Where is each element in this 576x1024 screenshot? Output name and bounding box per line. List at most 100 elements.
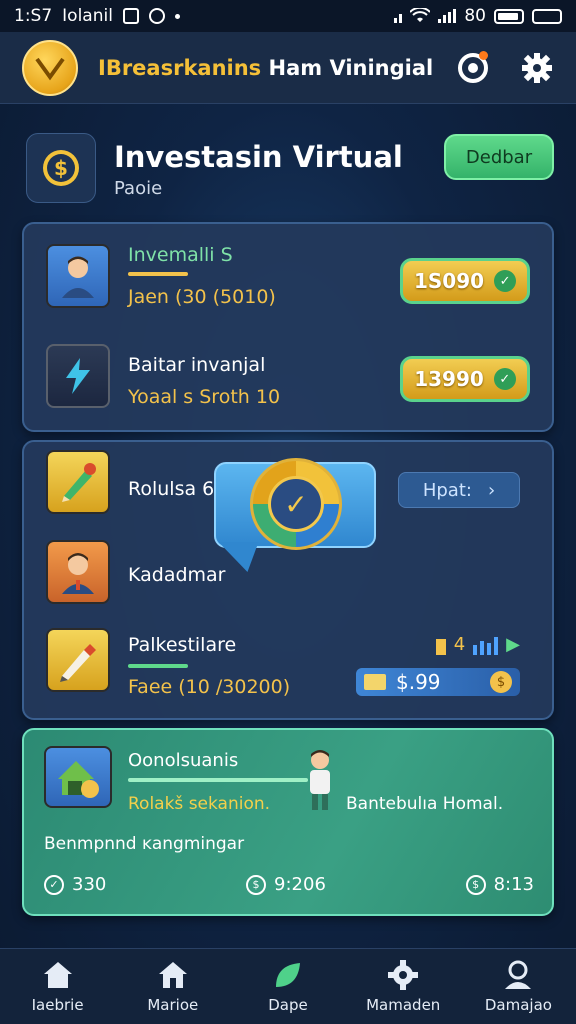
hero-section: $ Investasin Virtual Paoie Dedbar — [24, 130, 554, 210]
nav-label: Damajao — [484, 995, 552, 1014]
battery-outline-icon — [532, 8, 562, 24]
ticket-icon — [364, 674, 386, 690]
page-subtitle: Paoie — [114, 178, 163, 199]
mini-stat-value: 4 — [453, 634, 466, 655]
notification-dot-icon — [174, 13, 180, 19]
nav-item-damajao[interactable]: Damajao — [461, 949, 576, 1024]
stat-value: 330 — [72, 874, 107, 895]
lightning-icon — [46, 344, 110, 408]
row-title: Kadadmar — [128, 564, 226, 586]
summary-right-text: Bantebulıa Homal. — [346, 794, 504, 814]
row-subtitle: Jaen (30 (5010) — [128, 286, 276, 308]
nav-item-marioe[interactable]: Marioe — [115, 949, 230, 1024]
mini-stats: 4 ▶ — [435, 634, 520, 655]
target-button[interactable] — [456, 50, 490, 85]
app-bar: IBreasrkanins Ham Viningial — [0, 32, 576, 104]
nav-label: Marioe — [147, 995, 199, 1014]
pen-icon — [46, 450, 110, 514]
stat-item: ✓ 330 — [44, 874, 106, 895]
value-pill[interactable]: 1S090 ✓ — [400, 258, 530, 304]
investment-icon: $ — [26, 133, 96, 203]
battery-icon — [494, 8, 524, 24]
row-subtitle: Faee (10 /30200) — [128, 676, 291, 698]
nav-label: Iaebrie — [31, 995, 84, 1014]
list-item[interactable]: Baitar invanjal Yoaal s Sroth 10 13990 ✓ — [24, 334, 552, 424]
arrow-icon: ▶ — [506, 634, 520, 655]
coin-icon: $ — [490, 671, 512, 693]
value-text: 1S090 — [413, 269, 485, 293]
value-text: 13990 — [414, 367, 484, 391]
price-bar[interactable]: $.99 $ — [356, 668, 520, 696]
battery-percent: 80 — [464, 6, 486, 26]
page-title: Investasin Virtual — [114, 140, 403, 174]
progress-line — [128, 664, 188, 668]
bar-chart-icon — [473, 637, 499, 655]
download-icon — [122, 8, 139, 24]
dedbar-button[interactable]: Dedbar — [444, 134, 554, 180]
pencil-icon — [46, 628, 110, 692]
checkmark-logo-icon — [35, 57, 65, 80]
nav-label: Dape — [268, 995, 308, 1014]
gear-icon — [522, 52, 552, 83]
progress-line — [128, 272, 188, 276]
cell-signal-icon — [438, 9, 457, 23]
alarm-icon — [148, 8, 165, 24]
nav-label: Mamaden — [366, 995, 441, 1014]
check-icon: ✓ — [493, 368, 516, 390]
row-title: Invemalli S — [128, 244, 233, 266]
app-title-part2: Ham Viningial — [261, 55, 434, 80]
hpat-button[interactable]: Hpat: › — [398, 472, 520, 508]
house-icon — [156, 960, 190, 990]
stat-item: $ 9:206 — [246, 874, 326, 895]
row-title: Palkestilare — [128, 634, 237, 656]
row-title: Baitar invanjal — [128, 354, 266, 376]
summary-title: Oonolsuanis — [128, 750, 239, 771]
house-coin-icon — [44, 746, 112, 808]
check-icon: ✓ — [494, 270, 517, 292]
wifi-icon — [410, 8, 431, 22]
stat-item: $ 8:13 — [465, 874, 534, 895]
activity-panel: Rolulsa 6/ Hpat: › Kadadmar ✓ Palkestila… — [22, 440, 554, 720]
stat-value: 8:13 — [493, 874, 534, 895]
status-carrier: Iolanil — [62, 6, 113, 26]
progress-line — [128, 778, 308, 782]
svg-text:$: $ — [54, 156, 68, 180]
value-pill[interactable]: 13990 ✓ — [400, 356, 530, 402]
tag-label: Hpat: — [422, 479, 472, 501]
settings-button[interactable] — [520, 51, 554, 85]
coin-stack-icon — [435, 639, 446, 655]
investment-panel: Invemalli S Jaen (30 (5010) 1S090 ✓ Bait… — [22, 222, 554, 432]
summary-line: Benmpnnd ĸangmingar — [44, 834, 245, 854]
check-icon: ✓ — [268, 476, 324, 532]
leaf-icon — [271, 960, 305, 990]
nav-item-dape[interactable]: Dape — [230, 949, 345, 1024]
app-title-part1: IBreasrkanins — [98, 55, 262, 80]
row-title: Rolulsa 6/ — [128, 478, 221, 500]
summary-stats: ✓ 330 $ 9:206 $ 8:13 — [44, 874, 534, 895]
stat-value: 9:206 — [274, 874, 326, 895]
row-subtitle: Yoaal s Sroth 10 — [128, 386, 281, 408]
summary-subtitle: Rolakš sekanion. — [128, 794, 271, 814]
bottom-nav: Iaebrie Marioe Dape Mamaden Damajao — [0, 948, 576, 1024]
nav-item-mamaden[interactable]: Mamaden — [346, 949, 461, 1024]
user-icon — [501, 960, 535, 990]
status-bar: 1:S7 Iolanil 80 — [0, 0, 576, 32]
person-avatar-icon — [46, 540, 110, 604]
dollar-circle-icon: $ — [465, 874, 486, 895]
gear-icon — [386, 959, 420, 990]
home-icon — [41, 960, 75, 990]
dollar-circle-icon: $ — [246, 874, 267, 895]
app-logo[interactable] — [22, 39, 78, 96]
chevron-right-icon: › — [487, 479, 496, 501]
nav-item-home[interactable]: Iaebrie — [0, 949, 115, 1024]
status-time: 1:S7 — [14, 6, 53, 26]
app-title: IBreasrkanins Ham Viningial — [98, 56, 433, 80]
person-avatar-icon — [46, 244, 110, 308]
signal-icon — [394, 9, 403, 23]
list-item[interactable]: Invemalli S Jaen (30 (5010) 1S090 ✓ — [24, 238, 552, 328]
check-circle-icon: ✓ — [44, 874, 64, 895]
price-value: $.99 — [396, 670, 441, 694]
summary-panel: Oonolsuanis Rolakš sekanion. Bantebulıa … — [22, 728, 554, 916]
character-icon — [300, 748, 340, 820]
medal-icon[interactable]: ✓ — [250, 458, 342, 550]
